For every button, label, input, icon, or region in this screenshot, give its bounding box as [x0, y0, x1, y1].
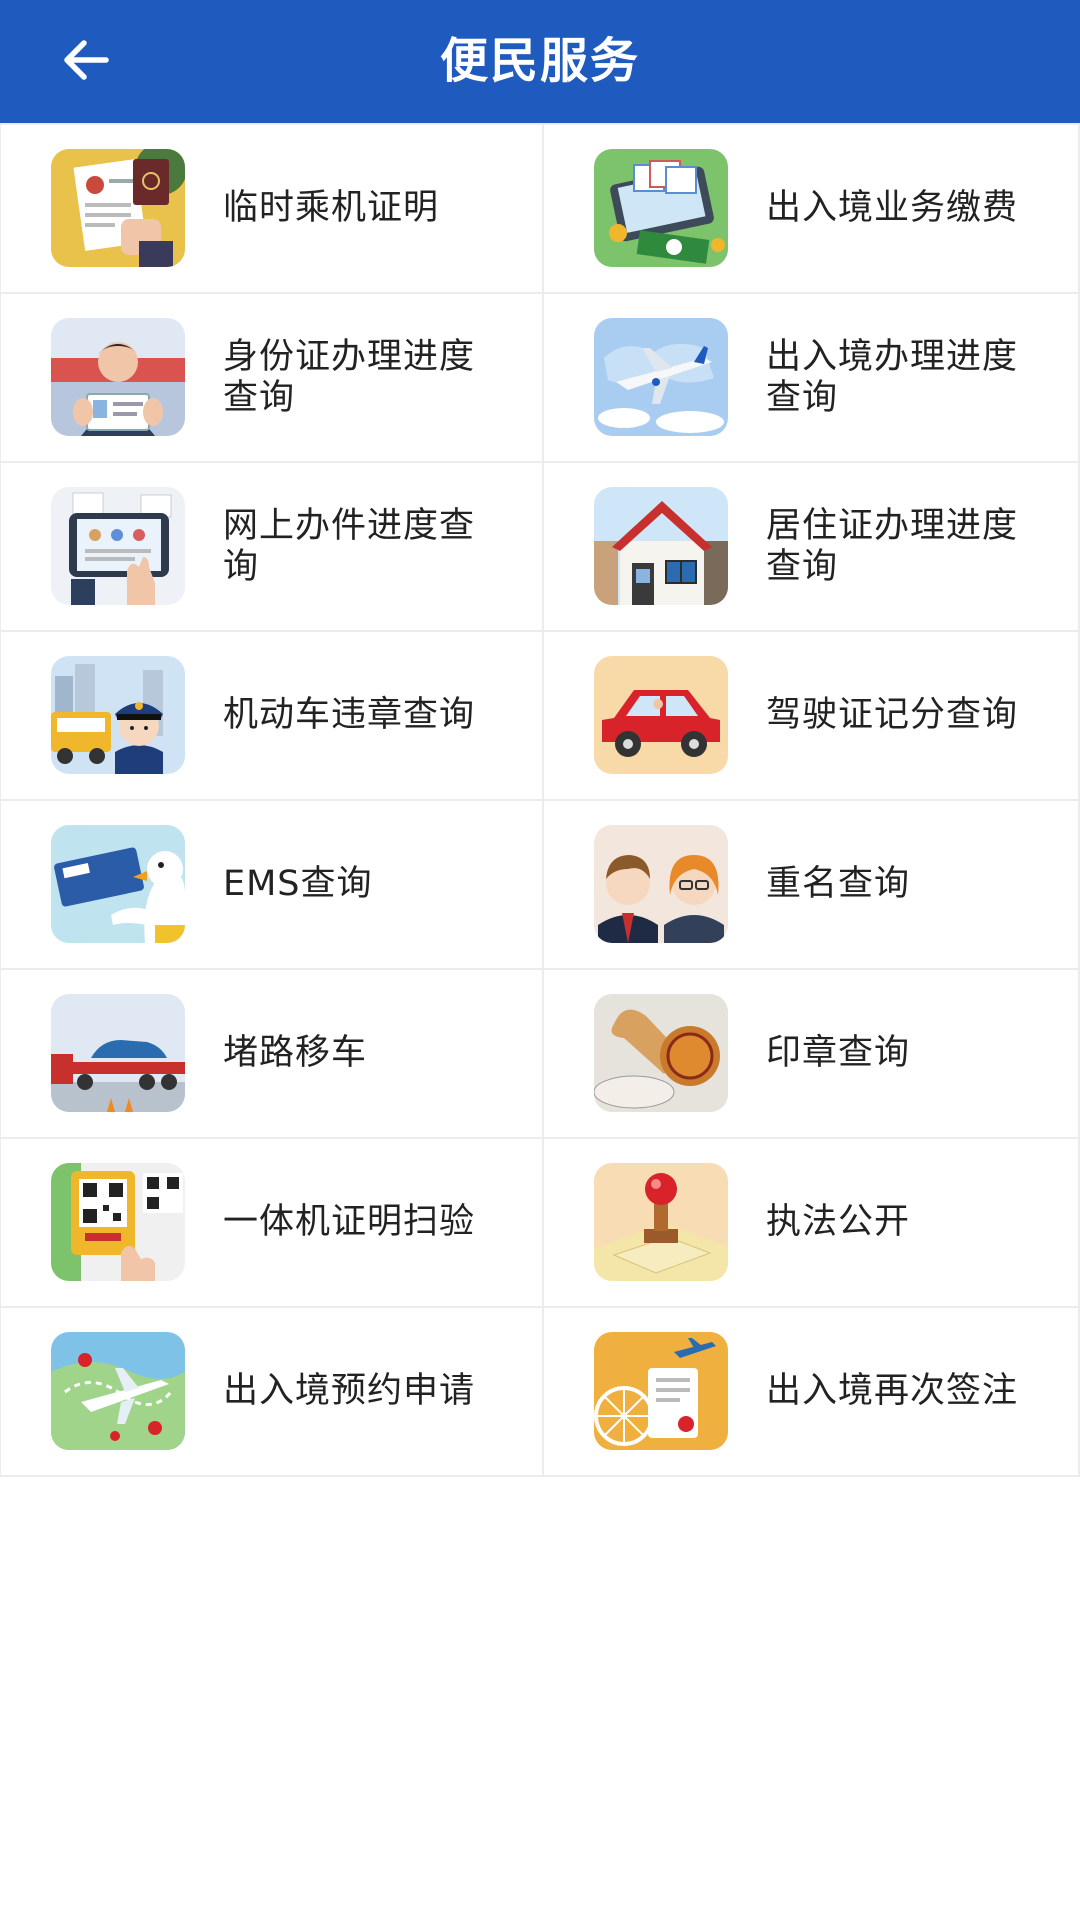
service-label: EMS查询 [223, 864, 373, 904]
people-icon [594, 825, 728, 943]
service-label: 出入境再次签注 [766, 1371, 1019, 1411]
service-label: 执法公开 [766, 1202, 911, 1242]
service-item-online-progress[interactable]: 网上办件进度查询 [0, 463, 544, 632]
service-item-duplicate-name[interactable]: 重名查询 [544, 801, 1080, 970]
service-label: 印章查询 [766, 1033, 911, 1073]
service-label: 出入境业务缴费 [766, 188, 1019, 228]
ems-duck-icon [51, 825, 185, 943]
service-label: 一体机证明扫验 [223, 1202, 476, 1242]
page-title: 便民服务 [439, 33, 640, 89]
app-screen: 便民服务 临时乘机证明 出入境业务缴费 身份证办理进度查询 出入境办理进度查询 … [0, 0, 1080, 1920]
service-label: 机动车违章查询 [223, 695, 476, 735]
online-tablet-icon [51, 487, 185, 605]
boarding-certificate-icon [51, 149, 185, 267]
service-label: 驾驶证记分查询 [766, 695, 1019, 735]
service-item-kiosk-scan[interactable]: 一体机证明扫验 [0, 1139, 544, 1308]
car-icon [594, 656, 728, 774]
service-item-exit-entry-re-endorsement[interactable]: 出入境再次签注 [544, 1308, 1080, 1477]
tow-truck-icon [51, 994, 185, 1112]
ferris-wheel-icon [594, 1332, 728, 1450]
service-item-vehicle-violation[interactable]: 机动车违章查询 [0, 632, 544, 801]
service-item-exit-entry-appointment[interactable]: 出入境预约申请 [0, 1308, 544, 1477]
stamp-secret-icon [594, 994, 728, 1112]
rubber-stamp-icon [594, 1163, 728, 1281]
service-label: 出入境预约申请 [223, 1371, 476, 1411]
service-label: 居住证办理进度查询 [766, 505, 1019, 587]
airplane-progress-icon [594, 318, 728, 436]
service-item-move-car[interactable]: 堵路移车 [0, 970, 544, 1139]
payment-icon [594, 149, 728, 267]
header-bar: 便民服务 [0, 0, 1080, 123]
service-item-exit-entry-progress[interactable]: 出入境办理进度查询 [544, 294, 1080, 463]
service-label: 重名查询 [766, 864, 911, 904]
service-item-seal-query[interactable]: 印章查询 [544, 970, 1080, 1139]
service-label: 网上办件进度查询 [223, 505, 476, 587]
service-item-id-card-progress[interactable]: 身份证办理进度查询 [0, 294, 544, 463]
traffic-police-icon [51, 656, 185, 774]
service-item-exit-entry-payment[interactable]: 出入境业务缴费 [544, 125, 1080, 294]
service-label: 出入境办理进度查询 [766, 336, 1019, 418]
house-icon [594, 487, 728, 605]
service-item-law-enforcement[interactable]: 执法公开 [544, 1139, 1080, 1308]
service-item-residence-permit-progress[interactable]: 居住证办理进度查询 [544, 463, 1080, 632]
service-label: 临时乘机证明 [223, 188, 440, 228]
service-label: 堵路移车 [223, 1033, 368, 1073]
service-item-ems-query[interactable]: EMS查询 [0, 801, 544, 970]
service-label: 身份证办理进度查询 [223, 336, 476, 418]
qr-scan-icon [51, 1163, 185, 1281]
service-grid: 临时乘机证明 出入境业务缴费 身份证办理进度查询 出入境办理进度查询 网上办件进… [0, 123, 1080, 1477]
globe-plane-icon [51, 1332, 185, 1450]
id-card-progress-icon [51, 318, 185, 436]
service-item-license-points[interactable]: 驾驶证记分查询 [544, 632, 1080, 801]
service-item-temporary-boarding[interactable]: 临时乘机证明 [0, 125, 544, 294]
